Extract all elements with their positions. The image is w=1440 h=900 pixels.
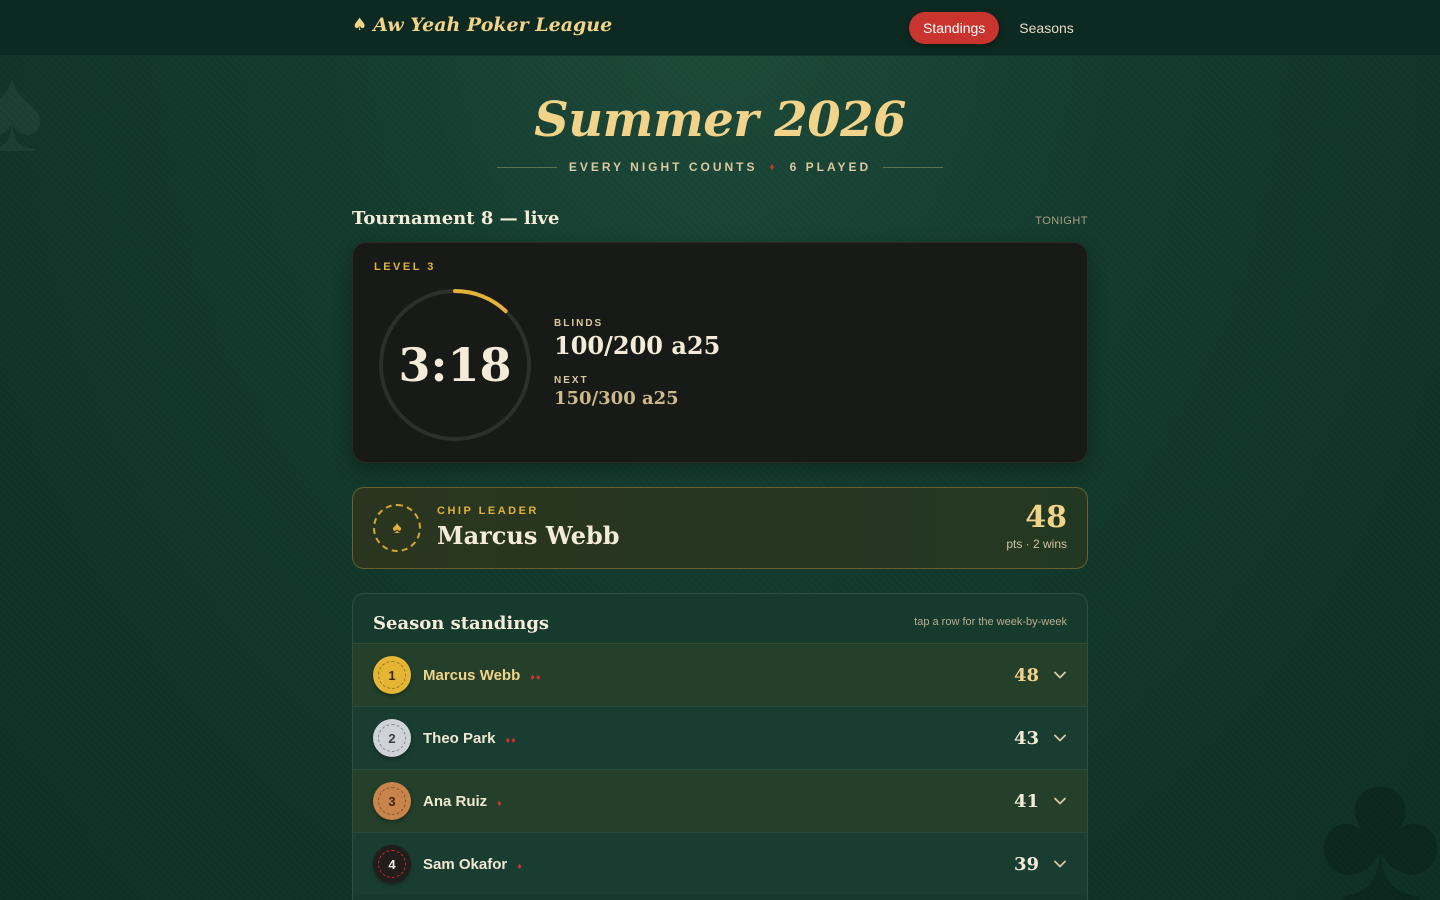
rank-chip: 4 (373, 845, 411, 883)
player-name-cell: Sam Okafor ♦ (423, 856, 523, 873)
player-points: 48 (1013, 664, 1039, 686)
standings-row[interactable]: 1 Marcus Webb ♦♦ 48 (353, 643, 1087, 706)
season-subtitle: EVERY NIGHT COUNTS ♦ 6 PLAYED (497, 160, 944, 174)
top-bar: ♠ Aw Yeah Poker League Standings Seasons (0, 0, 1440, 56)
chevron-down-icon[interactable] (1053, 857, 1067, 871)
player-name-cell: Marcus Webb ♦♦ (423, 667, 541, 684)
rank-number: 3 (378, 787, 406, 815)
chip-leader-meta: pts · 2 wins (1006, 537, 1067, 551)
player-name-cell: Ana Ruiz ♦ (423, 793, 503, 810)
wins-diamonds-icon: ♦♦ (505, 734, 517, 745)
wins-diamonds-icon: ♦ (497, 797, 503, 808)
standings-row[interactable]: 3 Ana Ruiz ♦ 41 (353, 769, 1087, 832)
rank-number: 1 (378, 661, 406, 689)
spade-icon: ♠ (373, 504, 421, 552)
chevron-down-icon[interactable] (1053, 794, 1067, 808)
tournament-title: Tournament 8 — live (352, 208, 560, 229)
player-name: Ana Ruiz (423, 792, 488, 810)
rank-chip: 1 (373, 656, 411, 694)
level-label: LEVEL 3 (374, 261, 436, 273)
tournament-clock-card: LEVEL 3 3:18 BLINDS 100/200 a25 NEXT 150… (352, 242, 1088, 463)
chip-leader-label: CHIP LEADER (437, 505, 539, 517)
rank-chip: 2 (373, 719, 411, 757)
player-name-cell: Theo Park ♦♦ (423, 730, 517, 747)
standings-row[interactable]: 2 Theo Park ♦♦ 43 (353, 706, 1087, 769)
blinds-value: 100/200 a25 (554, 331, 721, 360)
decorative-club-icon: ♣ (1318, 729, 1440, 900)
tournament-tag: TONIGHT (1035, 215, 1088, 227)
rank-number: 4 (378, 850, 406, 878)
player-name: Theo Park (423, 729, 496, 747)
rank-number: 2 (378, 724, 406, 752)
chevron-down-icon[interactable] (1053, 731, 1067, 745)
nav-standings[interactable]: Standings (909, 12, 1000, 44)
blinds-label: BLINDS (554, 318, 604, 329)
standings-hint: tap a row for the week-by-week (914, 616, 1067, 628)
divider-line (883, 166, 944, 168)
brand-logo[interactable]: ♠ Aw Yeah Poker League (352, 14, 612, 36)
wins-diamonds-icon: ♦ (517, 860, 523, 871)
chip-leader-points: 48 (1025, 500, 1067, 535)
player-name: Marcus Webb (423, 666, 521, 684)
chip-leader-name: Marcus Webb (437, 521, 620, 550)
player-points: 39 (1013, 853, 1039, 875)
spade-icon: ♠ (352, 15, 368, 35)
brand-name: Aw Yeah Poker League (373, 14, 613, 36)
rank-chip: 3 (373, 782, 411, 820)
season-standings: Season standings tap a row for the week-… (352, 593, 1088, 900)
nav-seasons[interactable]: Seasons (1005, 12, 1087, 44)
season-title: Summer 2026 (534, 92, 906, 148)
player-name: Sam Okafor (423, 855, 508, 873)
main-nav: Standings Seasons (909, 12, 1088, 44)
standings-title: Season standings (373, 613, 550, 634)
next-blinds-label: NEXT (554, 375, 589, 386)
player-points: 43 (1013, 727, 1039, 749)
chevron-down-icon[interactable] (1053, 668, 1067, 682)
player-points: 41 (1013, 790, 1039, 812)
next-blinds-value: 150/300 a25 (554, 388, 679, 409)
wins-diamonds-icon: ♦♦ (530, 671, 542, 682)
diamond-icon: ♦ (769, 161, 778, 173)
standings-list: 1 Marcus Webb ♦♦ 48 2 Theo Park ♦♦ 43 3 An… (353, 643, 1087, 895)
played-count: 6 PLAYED (789, 160, 872, 174)
level-clock: 3:18 (398, 338, 512, 392)
chip-leader-card[interactable]: ♠ CHIP LEADER Marcus Webb 48 pts · 2 win… (352, 487, 1088, 569)
standings-row[interactable]: 4 Sam Okafor ♦ 39 (353, 832, 1087, 895)
season-tagline: EVERY NIGHT COUNTS (568, 160, 758, 174)
divider-line (497, 166, 557, 168)
